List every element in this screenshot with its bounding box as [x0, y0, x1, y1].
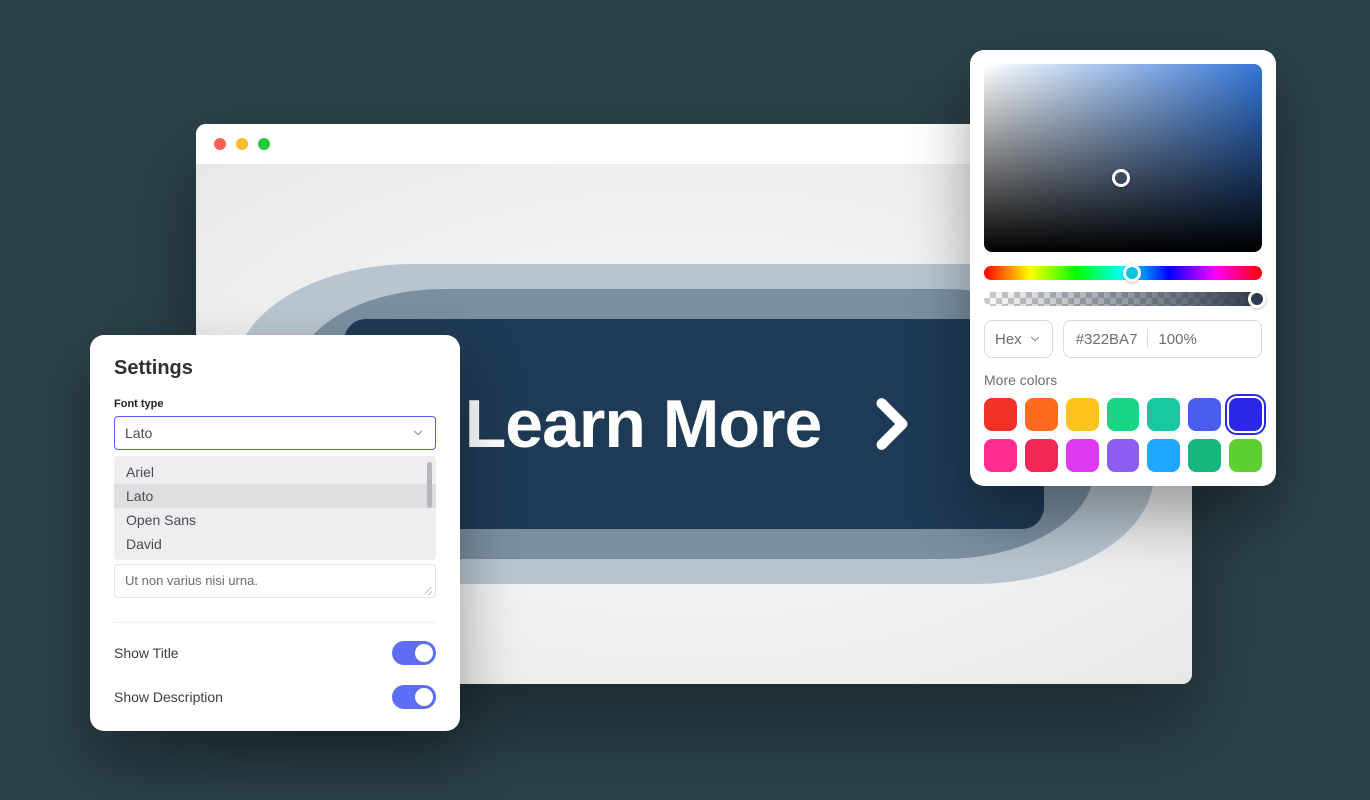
color-swatch[interactable] — [1147, 398, 1180, 431]
show-title-row: Show Title — [114, 641, 436, 665]
font-option-ariel[interactable]: Ariel — [114, 460, 436, 484]
hue-thumb[interactable] — [1123, 264, 1141, 282]
alpha-thumb[interactable] — [1248, 290, 1266, 308]
window-minimize-icon[interactable] — [236, 138, 248, 150]
resize-handle-icon[interactable] — [421, 583, 433, 595]
learn-more-label: Learn More — [465, 385, 822, 463]
font-type-value: Lato — [125, 425, 152, 441]
color-format-label: Hex — [995, 331, 1022, 348]
chevron-down-icon — [1028, 332, 1042, 346]
color-swatch[interactable] — [1188, 439, 1221, 472]
settings-panel: Settings Font type Lato Ariel Lato Open … — [90, 335, 460, 731]
hue-slider[interactable] — [984, 266, 1262, 280]
window-maximize-icon[interactable] — [258, 138, 270, 150]
color-swatch[interactable] — [1229, 398, 1262, 431]
gradient-cursor[interactable] — [1112, 169, 1130, 187]
show-description-row: Show Description — [114, 685, 436, 709]
chevron-down-icon — [411, 426, 425, 440]
color-gradient-area[interactable] — [984, 64, 1262, 252]
show-description-label: Show Description — [114, 689, 223, 705]
input-separator — [1147, 330, 1148, 348]
swatch-grid — [984, 398, 1262, 472]
font-type-select[interactable]: Lato — [114, 416, 436, 450]
color-swatch[interactable] — [1066, 439, 1099, 472]
color-swatch[interactable] — [984, 398, 1017, 431]
color-input-row: Hex #322BA7 100% — [984, 320, 1262, 358]
color-swatch[interactable] — [1107, 439, 1140, 472]
textarea-value: Ut non varius nisi urna. — [125, 573, 258, 588]
color-swatch[interactable] — [1188, 398, 1221, 431]
font-type-label: Font type — [114, 398, 436, 410]
alpha-slider[interactable] — [984, 292, 1262, 306]
more-colors-label: More colors — [984, 372, 1262, 388]
description-textarea[interactable]: Ut non varius nisi urna. — [114, 564, 436, 598]
color-swatch[interactable] — [1025, 398, 1058, 431]
divider — [114, 622, 436, 623]
color-swatch[interactable] — [984, 439, 1017, 472]
chevron-right-icon — [861, 393, 923, 455]
font-option-open-sans[interactable]: Open Sans — [114, 508, 436, 532]
color-picker-panel: Hex #322BA7 100% More colors — [970, 50, 1276, 486]
settings-title: Settings — [114, 357, 436, 380]
hex-value: #322BA7 — [1076, 331, 1138, 348]
font-option-david[interactable]: David — [114, 532, 436, 556]
hex-input[interactable]: #322BA7 100% — [1063, 320, 1262, 358]
show-title-label: Show Title — [114, 645, 179, 661]
show-title-toggle[interactable] — [392, 641, 436, 665]
window-close-icon[interactable] — [214, 138, 226, 150]
font-dropdown: Ariel Lato Open Sans David — [114, 456, 436, 560]
color-swatch[interactable] — [1147, 439, 1180, 472]
font-option-lato[interactable]: Lato — [114, 484, 436, 508]
color-swatch[interactable] — [1025, 439, 1058, 472]
show-description-toggle[interactable] — [392, 685, 436, 709]
color-swatch[interactable] — [1229, 439, 1262, 472]
color-swatch[interactable] — [1066, 398, 1099, 431]
dropdown-scrollbar[interactable] — [427, 462, 432, 508]
alpha-value: 100% — [1158, 331, 1196, 348]
color-swatch[interactable] — [1107, 398, 1140, 431]
color-format-select[interactable]: Hex — [984, 320, 1053, 358]
